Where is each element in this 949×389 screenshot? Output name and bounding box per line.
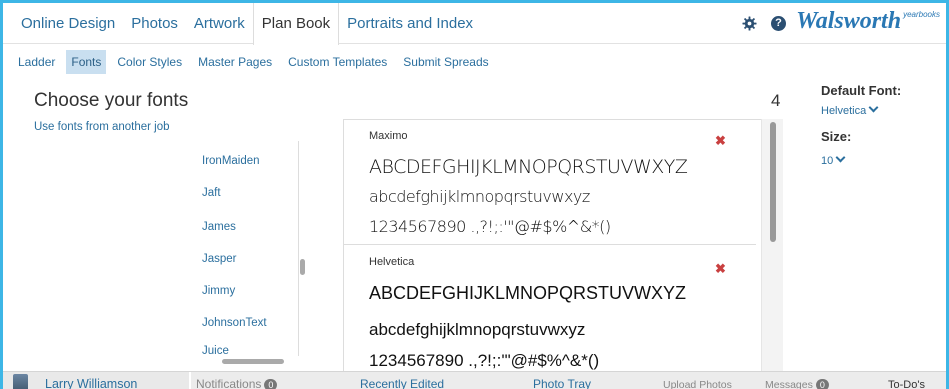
app-frame: Online Design Photos Artwork Plan Book P… [0, 0, 949, 389]
font-list-item[interactable]: JohnsonText [202, 317, 267, 329]
lowercase-sample: abcdefghijklmnopqrstuvwxyz [369, 320, 586, 339]
lowercase-sample: abcdefghijklmnopqrstuvwxyz [369, 187, 590, 206]
notifications-label: Notifications [196, 377, 262, 389]
font-preview-panel: Maximo ✖ ABCDEFGHIJKLMNOPQRSTUVWXYZ abcd… [343, 119, 770, 379]
messages-badge: 0 [815, 379, 829, 389]
font-list: IronMaiden Jaft James Jasper Jimmy Johns… [186, 141, 311, 364]
subnav-color-styles[interactable]: Color Styles [112, 50, 187, 74]
nav-icons: ? [742, 16, 786, 31]
font-list-item[interactable]: Jaft [202, 187, 221, 199]
size-value: 10 [821, 155, 834, 167]
tab-online-design[interactable]: Online Design [13, 3, 123, 44]
tab-plan-book[interactable]: Plan Book [252, 3, 340, 45]
font-preview-card: Helvetica ✖ ABCDEFGHIJKLMNOPQRSTUVWXYZ a… [344, 245, 756, 379]
font-preview-name: Maximo [369, 130, 408, 142]
subnav-ladder[interactable]: Ladder [13, 50, 60, 74]
user-name: Larry Williamson [45, 377, 138, 389]
messages-label: Messages [765, 379, 813, 389]
font-list-vertical-scrollbar[interactable] [300, 259, 305, 275]
page-title: Choose your fonts [34, 90, 189, 111]
walsworth-logo: Walsworth yearbooks [796, 8, 940, 35]
uppercase-sample: ABCDEFGHIJKLMNOPQRSTUVWXYZ [369, 283, 687, 303]
remove-font-icon[interactable]: ✖ [715, 133, 726, 149]
subnav-submit-spreads[interactable]: Submit Spreads [398, 50, 493, 74]
top-nav: Online Design Photos Artwork Plan Book P… [3, 3, 946, 45]
photo-tray-button[interactable]: Photo Tray [533, 377, 591, 389]
size-label: Size: [821, 129, 852, 144]
help-icon[interactable]: ? [771, 16, 786, 31]
preview-scrollbar-thumb[interactable] [770, 122, 776, 242]
tab-portraits-and-index[interactable]: Portraits and Index [339, 3, 481, 44]
chevron-down-icon [868, 102, 879, 113]
recently-edited-button[interactable]: Recently Edited [360, 377, 444, 389]
user-menu[interactable]: Larry Williamson [3, 372, 191, 389]
todos-button[interactable]: To-Do's [888, 379, 925, 389]
selected-font-count: 4 [771, 91, 781, 110]
main-tabs: Online Design Photos Artwork Plan Book P… [13, 3, 481, 45]
font-list-item[interactable]: Jimmy [202, 285, 235, 297]
messages-button[interactable]: Messages 0 [765, 379, 829, 389]
tab-photos[interactable]: Photos [123, 3, 186, 44]
uppercase-sample: ABCDEFGHIJKLMNOPQRSTUVWXYZ [369, 156, 688, 178]
font-list-divider [298, 141, 299, 356]
default-font-dropdown[interactable]: Helvetica [821, 102, 879, 117]
font-list-item[interactable]: Juice [202, 345, 229, 357]
font-preview-name: Helvetica [369, 256, 415, 268]
numbers-symbols-sample: 1234567890 .,?!;:'"@#$%^&*() [369, 351, 600, 370]
default-font-value: Helvetica [821, 105, 867, 117]
avatar [13, 374, 28, 389]
subnav-custom-templates[interactable]: Custom Templates [283, 50, 392, 74]
font-list-item[interactable]: Jasper [202, 253, 237, 265]
tab-artwork[interactable]: Artwork [186, 3, 253, 44]
notifications-badge: 0 [264, 379, 278, 389]
use-other-job-fonts-link[interactable]: Use fonts from another job [34, 121, 170, 133]
default-font-label: Default Font: [821, 83, 902, 98]
brand-sup: yearbooks [903, 10, 940, 19]
notifications-button[interactable]: Notifications 0 [196, 377, 278, 389]
gear-icon[interactable] [742, 16, 757, 31]
subnav-fonts[interactable]: Fonts [66, 50, 107, 74]
font-list-item[interactable]: IronMaiden [202, 155, 260, 167]
subnav-master-pages[interactable]: Master Pages [193, 50, 277, 74]
sub-nav: Ladder Fonts Color Styles Master Pages C… [13, 49, 500, 75]
upload-photos-button[interactable]: Upload Photos [663, 379, 732, 389]
font-list-horizontal-scrollbar[interactable] [222, 359, 284, 364]
bottom-bar: Larry Williamson Notifications 0 Recently… [3, 371, 946, 389]
preview-scrollbar[interactable] [761, 119, 783, 379]
font-list-item[interactable]: James [202, 221, 236, 233]
numbers-symbols-sample: 1234567890 .,?!;:'"@#$%^&*() [369, 217, 611, 236]
chevron-down-icon [835, 152, 846, 163]
size-dropdown[interactable]: 10 [821, 152, 846, 167]
brand-name: Walsworth [796, 8, 902, 34]
remove-font-icon[interactable]: ✖ [715, 261, 726, 277]
font-preview-card: Maximo ✖ ABCDEFGHIJKLMNOPQRSTUVWXYZ abcd… [344, 120, 756, 245]
